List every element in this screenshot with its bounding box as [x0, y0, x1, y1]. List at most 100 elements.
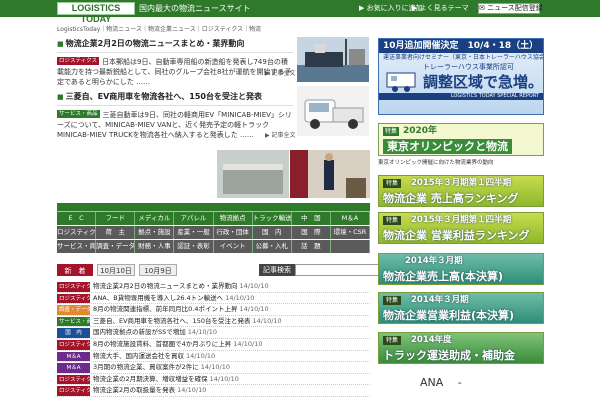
ana-ad-text[interactable]: ANA - [420, 374, 462, 390]
list-item[interactable]: M＆A 3月期の物流企業、買収案件が2件に 14/10/10 [57, 362, 370, 374]
profit-ranking-q1-banner[interactable]: 特集 2015年３月期第１四半期 物流企業 営業利益ランキング [378, 212, 544, 244]
trailer-house-icon [386, 72, 416, 92]
site-logo[interactable]: LOGISTICS TODAY [57, 2, 135, 24]
list-item-category[interactable]: ロジスティクス [57, 386, 97, 396]
category-apparel[interactable]: アパレル [174, 212, 214, 225]
profit-ranking-q1-tag: 特集 [383, 216, 402, 225]
olympics-banner-caption[interactable]: 東京オリンピック開催に向けた物流業界の動向 [378, 158, 544, 166]
tab-latest[interactable]: 新 着 [57, 264, 93, 276]
list-item[interactable]: ロジスティクス 物流企業の2月期決算、増収増益を確保 14/10/10 [57, 374, 370, 386]
category-ec[interactable]: E C [57, 212, 97, 225]
list-item[interactable]: ロジスティクス ANA、B貨物専用機を導入し26.4トン輸送へ 14/10/10 [57, 293, 370, 305]
profit-ranking-q1-line1: 2015年３月期第１四半期 [411, 215, 512, 225]
article-2-divider [57, 105, 293, 106]
category-survey[interactable]: 調査・データ [96, 240, 136, 253]
top-header-bar: LOGISTICS TODAY 国内最大の物流ニュースサイト ▶ お気に入りに追… [0, 0, 600, 24]
truck-subsidy-banner[interactable]: 特集 2014年度 トラック運送助成・補助金 [378, 332, 544, 364]
article-2-truck-photo[interactable] [297, 86, 369, 136]
list-item-category[interactable]: 調査・データ [57, 305, 92, 315]
article-2-category-badge[interactable]: サービス・商品 [57, 110, 100, 118]
article-2-title[interactable]: 三菱自、EV商用車を物流各社へ、150台を受注と発表 [57, 92, 293, 102]
article-1-body: ロジスティクス 日本郵船は9日、自動車専用船の新造船を発表し749台の積載能力を持… [57, 57, 293, 97]
category-topics[interactable]: 話 題 [291, 240, 331, 253]
category-government[interactable]: 行政・団体 [213, 226, 253, 239]
list-item-date: 14/10/10 [239, 282, 269, 290]
list-item[interactable]: M＆A 物流大手、国内運送会社を買収 14/10/10 [57, 351, 370, 363]
list-item-title[interactable]: 物流企業の2月期決算、増収増益を確保 [93, 374, 208, 385]
category-ma[interactable]: M＆A [330, 212, 370, 225]
frequent-themes-link[interactable]: ▶ よく見るテーマ [412, 3, 469, 14]
list-item-title[interactable]: ANA、B貨物専用機を導入し26.4トン輸送へ [93, 293, 223, 304]
breadcrumb[interactable]: LogisticsToday｜物流ニュース｜物流企業ニュース｜ロジスティクス｜物… [57, 24, 369, 33]
category-logistics[interactable]: ロジスティクス [57, 226, 97, 239]
list-item[interactable]: 調査・データ 8月の物流関連指標、前年同月比0.4ポイント上昇 14/10/10 [57, 304, 370, 316]
tab-oct-10[interactable]: 10月10日 [97, 264, 135, 276]
event-image [290, 150, 370, 198]
article-2-body: サービス・商品 三菱自動車は9日、同社の軽商用EV「MINICAB-MIEV」シリ… [57, 110, 293, 150]
profit-fy2014-line2: 物流企業営業利益(本決算) [383, 309, 515, 322]
list-item-title[interactable]: 国内物流拠点の新設がSSで増加 [93, 327, 186, 338]
article-1-ship-photo[interactable] [297, 37, 369, 82]
news-tabs-bar: 新 着 10月10日 10月9日 記事検索 検索 [57, 264, 423, 276]
site-tagline: 国内最大の物流ニュースサイト [139, 4, 251, 13]
seminar-banner-mid: トレーラーハウス事業所認可 [423, 63, 514, 71]
list-item-date: 14/10/10 [209, 374, 239, 383]
list-item[interactable]: ロジスティクス 物流企業2月2日の物流ニュースまとめ・業界動向 14/10/10 [57, 281, 370, 293]
category-grid: E C フード メディカル アパレル 物流拠点 トラック輸送 中 国 M＆A ロ… [57, 203, 370, 254]
list-item-title[interactable]: 物流企業2月の取扱量を発表 [93, 385, 175, 396]
list-item-title[interactable]: 物流企業2月2日の物流ニュースまとめ・業界動向 [93, 281, 237, 292]
list-item-category[interactable]: ロジスティクス [57, 339, 97, 350]
sales-ranking-q1-banner[interactable]: 特集 2015年３月期第１四半期 物流企業 売上高ランキング [378, 175, 544, 207]
olympics-banner-tag: 特集 [383, 127, 400, 136]
category-shipper[interactable]: 荷 主 [96, 226, 136, 239]
category-industry[interactable]: 産業・一般 [174, 226, 214, 239]
category-service[interactable]: サービス・商品 [57, 240, 97, 253]
list-item[interactable]: 国 内国内物流拠点の新設がSSで増加 14/10/10 [57, 327, 370, 339]
list-item[interactable]: ロジスティクス 8月の物流施設賃料、首都圏で4か月ぶりに上昇 14/10/10 [57, 339, 370, 351]
category-environment[interactable]: 環境・CSR [330, 226, 370, 239]
article-1-more-link[interactable]: ▶ 記事全文 [265, 68, 296, 77]
list-item-category[interactable]: ロジスティクス [57, 293, 97, 304]
tab-oct-9[interactable]: 10月9日 [139, 264, 177, 276]
article-1-title[interactable]: 物流企業2月2日の物流ニュースまとめ・業界動向 [57, 39, 293, 49]
category-medical[interactable]: メディカル [135, 212, 175, 225]
profit-fy2014-banner[interactable]: 特集 2014年３月期 物流企業営業利益(本決算) [378, 292, 544, 324]
list-item[interactable]: ロジスティクス 物流企業2月の取扱量を発表 14/10/10 [57, 385, 370, 397]
list-item-title[interactable]: 8月の物流施設賃料、首都圏で4か月ぶりに上昇 [93, 339, 231, 350]
seminar-banner[interactable]: 10月追加開催決定 10/4・18（土） 運送事業者向けセミナー（東京・日本トレ… [378, 38, 544, 115]
category-finance[interactable]: 財務・人事 [135, 240, 175, 253]
list-item-title[interactable]: 物流大手、国内運送会社を買収 [93, 351, 184, 362]
news-register-button[interactable]: ✉ ニュース配信登録 [478, 3, 543, 14]
category-truck[interactable]: トラック輸送 [252, 212, 292, 225]
list-item-title[interactable]: 3月期の物流企業、買収案件が2件に [93, 362, 199, 373]
sales-fy2014-banner[interactable]: 2014年３月期 物流企業売上高(本決算) [378, 253, 544, 285]
sales-ranking-q1-tag: 特集 [383, 179, 402, 188]
category-award[interactable]: 認証・表彰 [174, 240, 214, 253]
article-2-more-link[interactable]: ▶ 記事全文 [265, 130, 296, 139]
seminar-banner-big: 調整区域で急増。 [423, 73, 544, 91]
category-international[interactable]: 国 際 [291, 226, 331, 239]
category-facility[interactable]: 拠点・施設 [135, 226, 175, 239]
category-china[interactable]: 中 国 [291, 212, 331, 225]
list-item-category[interactable]: ロジスティクス [57, 282, 97, 292]
category-food[interactable]: フード [96, 212, 136, 225]
profit-ranking-q1-line2: 物流企業 営業利益ランキング [383, 229, 530, 242]
list-item[interactable]: サービス・商品 三菱自、EV商用車を物流各社へ、150台を受注と発表 14/10/1… [57, 316, 370, 328]
list-item-category[interactable]: サービス・商品 [57, 316, 98, 327]
list-item-title[interactable]: 8月の物流関連指標、前年同月比0.4ポイント上昇 [93, 304, 237, 315]
list-item-title[interactable]: 三菱自、EV商用車を物流各社へ、150台を受注と発表 [93, 316, 250, 327]
category-event[interactable]: イベント [213, 240, 253, 253]
list-item-category[interactable]: 国 内 [57, 328, 90, 338]
category-domestic[interactable]: 国 内 [252, 226, 292, 239]
list-item-category[interactable]: ロジスティクス [57, 374, 97, 385]
olympics-banner[interactable]: 特集 2020年 東京オリンピックと物流 [378, 123, 544, 156]
article-search-label: 記事検索 [259, 264, 295, 276]
category-tender[interactable]: 公募・入札 [252, 240, 292, 253]
sales-ranking-q1-line1: 2015年３月期第１四半期 [411, 178, 512, 188]
olympics-banner-year: 2020年 [403, 126, 438, 136]
event-photo[interactable] [290, 150, 370, 198]
list-item-category[interactable]: M＆A [57, 351, 90, 362]
article-1-category-badge[interactable]: ロジスティクス [57, 57, 100, 65]
list-item-category[interactable]: M＆A [57, 363, 90, 373]
category-logistics-base[interactable]: 物流拠点 [213, 212, 253, 225]
